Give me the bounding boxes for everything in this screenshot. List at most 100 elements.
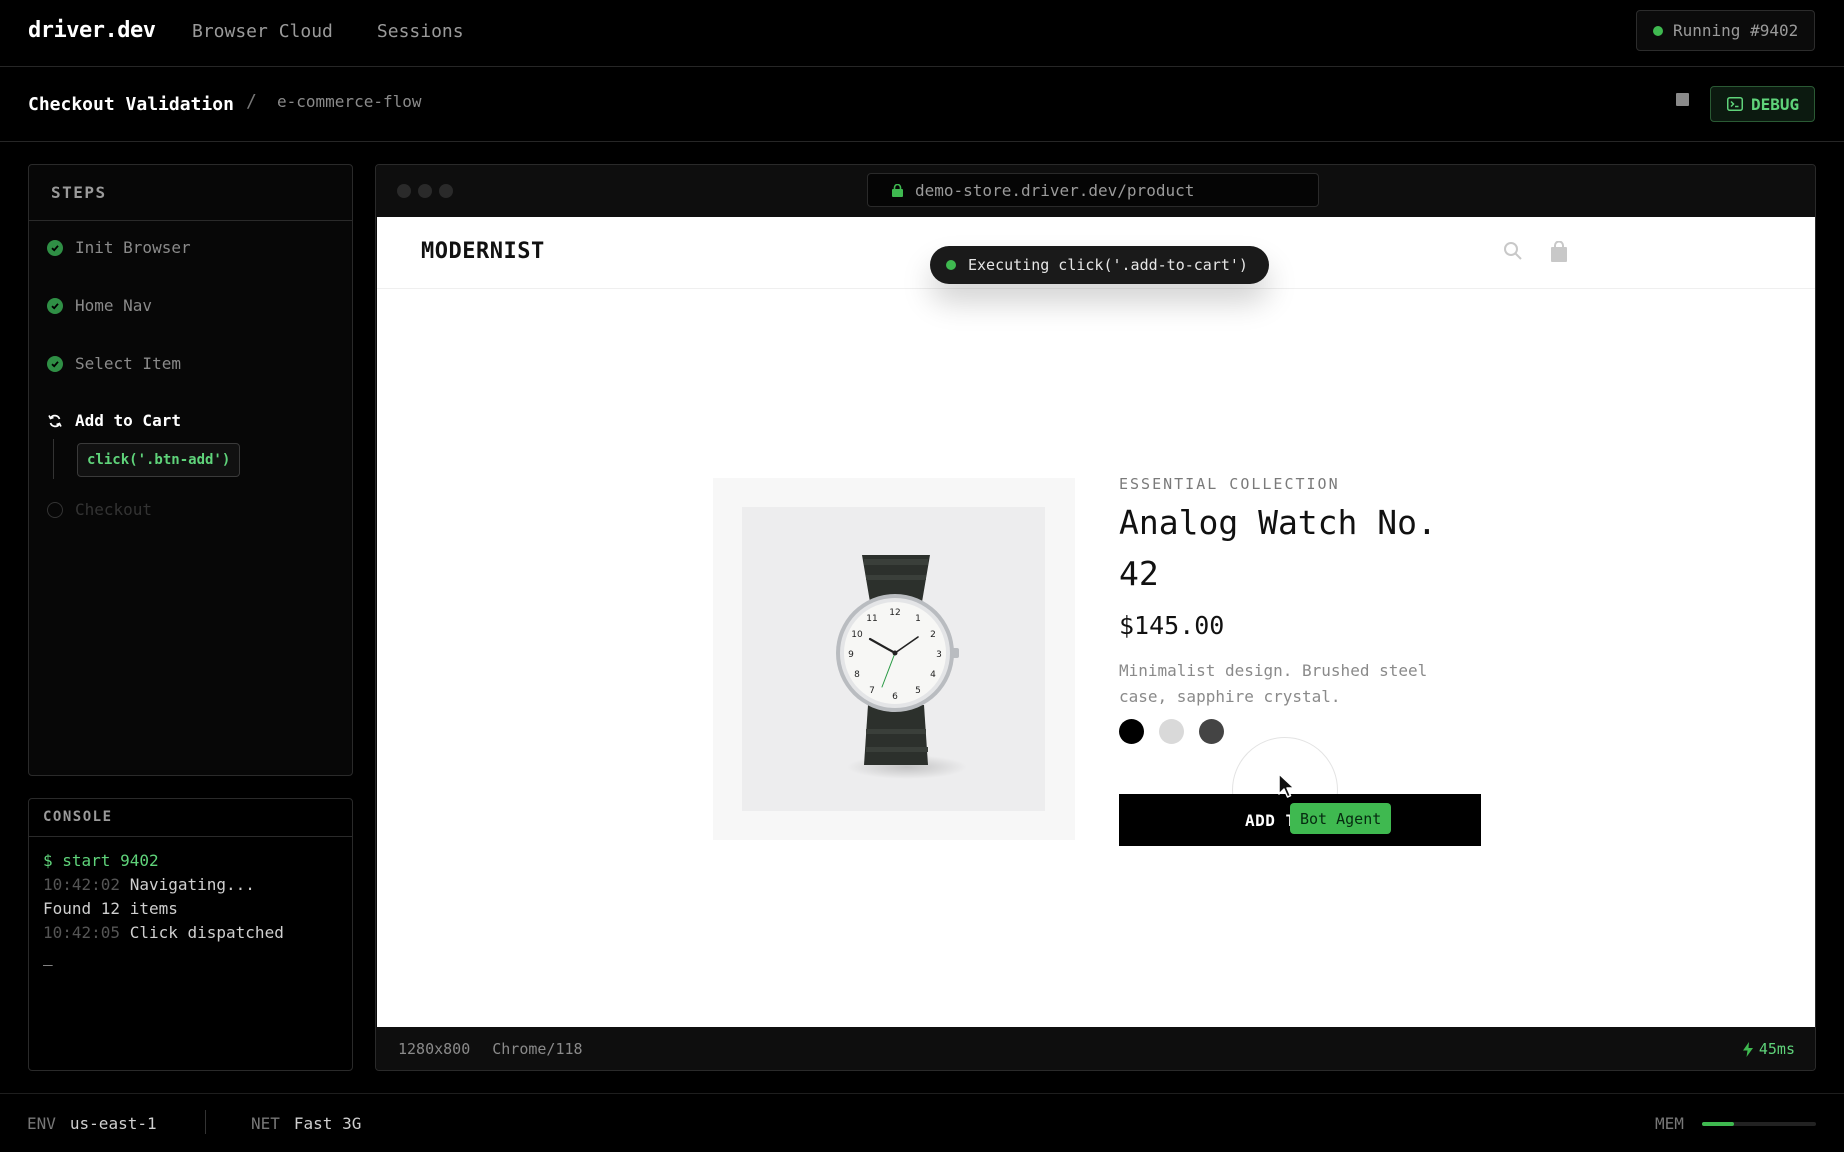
svg-text:2: 2	[930, 630, 936, 640]
browser-frame: demo-store.driver.dev/product MODERNIST …	[375, 164, 1816, 1071]
step-connector	[53, 439, 54, 479]
mem-label: MEM	[1655, 1114, 1684, 1133]
search-icon[interactable]	[1503, 241, 1523, 261]
svg-text:5: 5	[915, 686, 921, 696]
check-icon	[47, 239, 63, 256]
sync-icon	[48, 414, 62, 427]
net-value: Fast 3G	[293, 1114, 362, 1133]
svg-text:9: 9	[848, 650, 854, 660]
watch-image: 12 1 2 3 4 5 6 7 8 9 10 11	[836, 555, 967, 779]
terminal-icon	[1727, 97, 1743, 111]
console-line: $ start 9402	[43, 851, 159, 870]
store-nav: MODERNIST Executing click('.add-to-cart'…	[377, 217, 1815, 289]
debug-button[interactable]: DEBUG	[1710, 86, 1815, 122]
agent-action-toast: Executing click('.add-to-cart')	[930, 246, 1269, 284]
nav-browser-cloud[interactable]: Browser Cloud	[192, 21, 333, 42]
run-status-text: Running #9402	[1673, 21, 1799, 40]
memory-meter	[1702, 1122, 1816, 1126]
console-text: Navigating...	[129, 875, 255, 894]
svg-text:3: 3	[936, 650, 942, 660]
page-title[interactable]: Checkout Validation	[28, 94, 234, 115]
product-price: $145.00	[1119, 611, 1225, 640]
console-cursor: _	[43, 947, 53, 966]
env-label: ENV	[27, 1114, 56, 1133]
console-heading: CONSOLE	[29, 799, 352, 837]
store-logo[interactable]: MODERNIST	[421, 239, 545, 264]
svg-text:1: 1	[915, 614, 921, 624]
lock-icon	[892, 183, 903, 197]
svg-text:8: 8	[854, 670, 860, 680]
step-label: Add to Cart	[75, 411, 181, 430]
swatch-silver[interactable]	[1159, 719, 1184, 744]
step-add-to-cart[interactable]: Add to Cart	[47, 411, 181, 430]
run-status-badge[interactable]: Running #9402	[1636, 10, 1815, 51]
divider	[205, 1110, 206, 1134]
env-region[interactable]: ENV us-east-1	[27, 1114, 157, 1133]
browser-agent: Chrome/118	[492, 1040, 583, 1058]
step-label: Checkout	[75, 500, 153, 519]
brand-logo[interactable]: driver.dev	[28, 18, 156, 43]
step-select-item[interactable]: Select Item	[47, 354, 181, 373]
check-icon	[47, 297, 63, 314]
console-line: 10:42:05 Click dispatched	[43, 921, 338, 945]
net-label: NET	[251, 1114, 280, 1133]
url-text: demo-store.driver.dev/product	[915, 180, 1195, 200]
window-minimize-dot[interactable]	[418, 184, 432, 198]
window-maximize-dot[interactable]	[439, 184, 453, 198]
nav-sessions[interactable]: Sessions	[377, 21, 464, 42]
console-output[interactable]: $ start 9402 10:42:02 Navigating... Foun…	[29, 837, 352, 981]
svg-text:6: 6	[892, 692, 898, 702]
step-init-browser[interactable]: Init Browser	[47, 238, 191, 257]
window-close-dot[interactable]	[397, 184, 411, 198]
breadcrumb-separator: /	[246, 91, 257, 112]
latency-value: 45ms	[1758, 1040, 1795, 1058]
status-dot-icon	[946, 260, 956, 270]
swatch-black[interactable]	[1119, 719, 1144, 744]
main-nav: Browser Cloud Sessions	[192, 21, 464, 42]
step-checkout[interactable]: Checkout	[47, 500, 152, 519]
status-dot-icon	[1653, 25, 1663, 36]
product-description: Minimalist design. Brushed steel case, s…	[1119, 661, 1428, 706]
memory-meter-fill	[1702, 1122, 1734, 1126]
svg-text:4: 4	[930, 670, 936, 680]
svg-text:7: 7	[869, 686, 875, 696]
console-time: 10:42:05	[43, 923, 121, 942]
debug-label: DEBUG	[1751, 94, 1800, 114]
steps-panel: STEPS Init Browser Home Nav Select Item …	[28, 164, 353, 776]
shopping-bag-icon[interactable]	[1550, 241, 1568, 263]
svg-text:11: 11	[866, 614, 877, 624]
console-line: 10:42:02 Navigating...	[43, 873, 338, 897]
top-nav: driver.dev Browser Cloud Sessions Runnin…	[0, 0, 1844, 67]
check-icon	[47, 355, 63, 372]
svg-text:12: 12	[889, 608, 900, 618]
step-label: Init Browser	[75, 238, 191, 257]
step-label: Select Item	[75, 354, 181, 373]
env-value: us-east-1	[69, 1114, 157, 1133]
page-viewport: MODERNIST Executing click('.add-to-cart'…	[377, 217, 1815, 1027]
console-time: 10:42:02	[43, 875, 121, 894]
stop-icon[interactable]	[1676, 93, 1689, 106]
swatch-graphite[interactable]	[1199, 719, 1224, 744]
step-code-chip[interactable]: click('.btn-add')	[77, 443, 241, 477]
console-text: Click dispatched	[129, 923, 284, 942]
pending-circle-icon	[47, 501, 63, 518]
viewport-size: 1280x800	[398, 1040, 471, 1058]
step-label: Home Nav	[75, 296, 153, 315]
browser-chrome: demo-store.driver.dev/product	[376, 165, 1815, 217]
toast-text: Executing click('.add-to-cart')	[968, 256, 1248, 274]
cursor-icon	[1278, 773, 1295, 798]
net-throttle[interactable]: NET Fast 3G	[251, 1114, 361, 1133]
product-title: Analog Watch No. 42	[1119, 503, 1437, 593]
steps-heading: STEPS	[29, 165, 352, 221]
flow-name[interactable]: e-commerce-flow	[277, 92, 422, 111]
step-home-nav[interactable]: Home Nav	[47, 296, 152, 315]
environment-bar: ENV us-east-1 NET Fast 3G MEM	[0, 1093, 1844, 1152]
product-image[interactable]: 12 1 2 3 4 5 6 7 8 9 10 11	[742, 507, 1045, 811]
breadcrumb: Checkout Validation / e-commerce-flow	[0, 67, 1844, 142]
browser-status-bar: 1280x800 Chrome/118 45ms	[376, 1027, 1815, 1070]
add-to-cart-label: ADD T	[1245, 810, 1296, 830]
lightning-icon	[1742, 1041, 1753, 1057]
url-bar[interactable]: demo-store.driver.dev/product	[867, 173, 1319, 207]
bot-agent-tag: Bot Agent	[1290, 803, 1392, 834]
collection-label: ESSENTIAL COLLECTION	[1119, 475, 1340, 493]
